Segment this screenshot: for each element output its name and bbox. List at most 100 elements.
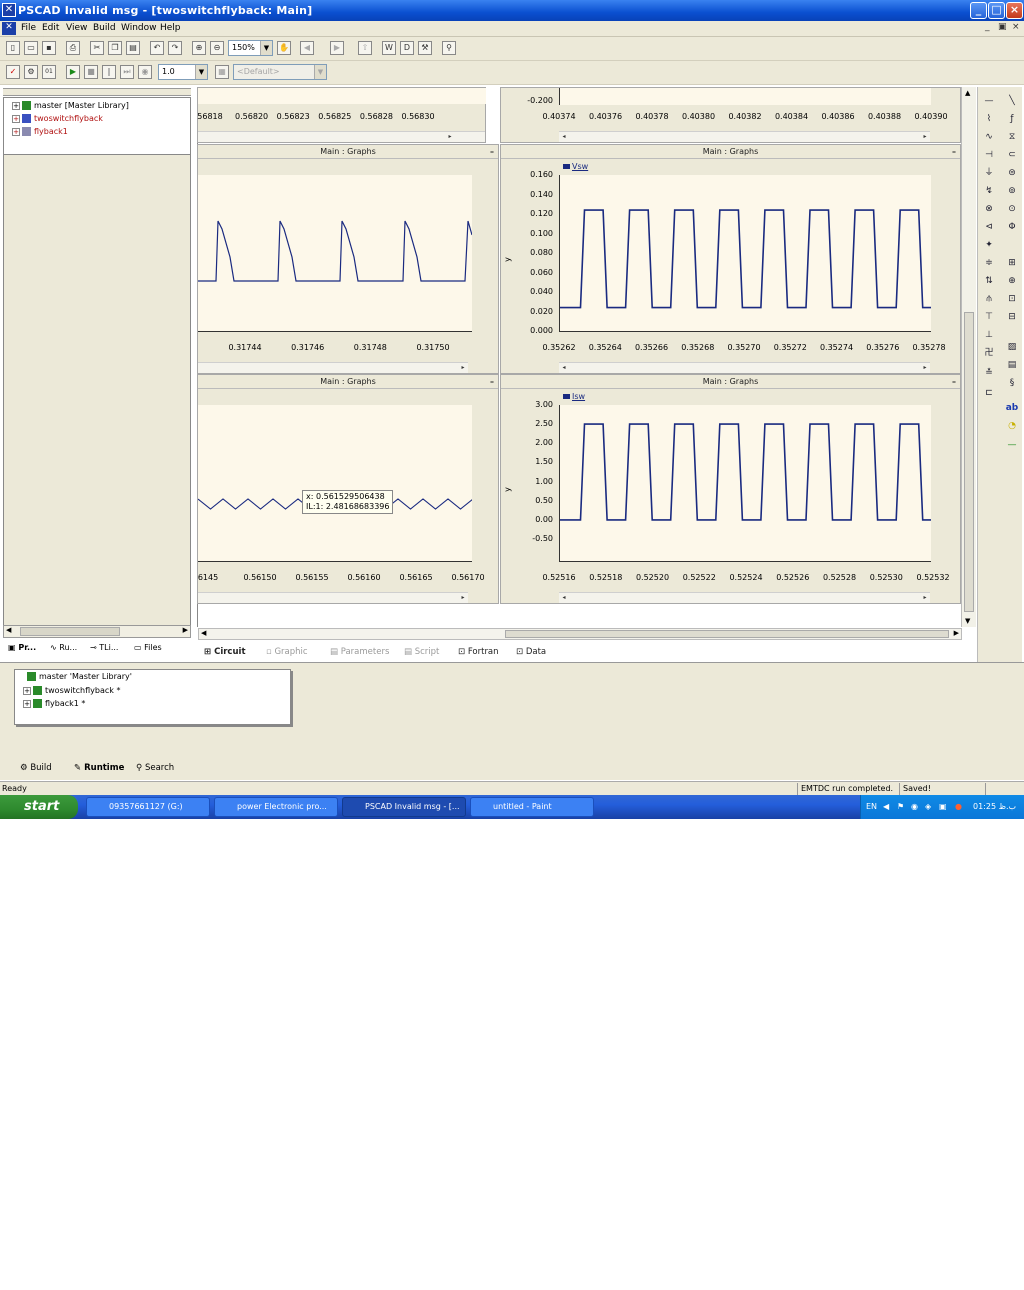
- zoom-combo[interactable]: 150% ▼: [228, 40, 273, 56]
- sum-icon[interactable]: ⊕: [1005, 275, 1019, 287]
- build-icon[interactable]: ⚙: [24, 65, 38, 79]
- scroll-right-icon[interactable]: ▸: [920, 132, 930, 142]
- chevron-down-icon[interactable]: ▼: [195, 65, 207, 79]
- plot-area[interactable]: [559, 175, 931, 332]
- scroll-right-icon[interactable]: ▸: [445, 132, 455, 142]
- tree-item-master[interactable]: + master [Master Library]: [12, 100, 129, 112]
- plot-area[interactable]: [198, 405, 472, 562]
- bus-icon[interactable]: ≑: [982, 257, 996, 269]
- up-level-icon[interactable]: ⇧: [358, 41, 372, 55]
- component-icon[interactable]: D: [400, 41, 414, 55]
- tree-item-twoswitchflyback[interactable]: + twoswitchflyback: [12, 113, 103, 125]
- chevron-down-icon[interactable]: ▼: [314, 65, 326, 79]
- plot-hscroll[interactable]: ▸: [198, 362, 468, 373]
- expand-icon[interactable]: +: [23, 699, 31, 708]
- scroll-right-icon[interactable]: ▸: [458, 593, 468, 603]
- scroll-thumb[interactable]: [505, 630, 949, 638]
- scroll-left-icon[interactable]: ◀: [6, 626, 11, 634]
- menu-file[interactable]: File: [21, 23, 36, 33]
- pause-icon[interactable]: ‖: [102, 65, 116, 79]
- tab-build[interactable]: ⚙ Build: [20, 761, 52, 775]
- tab-graphic[interactable]: ▫ Graphic: [266, 645, 308, 659]
- tab-runtime-output[interactable]: ✎ Runtime: [74, 761, 124, 775]
- forward-icon[interactable]: ▶: [330, 41, 344, 55]
- scroll-right-icon[interactable]: ▸: [920, 363, 930, 373]
- scroll-right-icon[interactable]: ▸: [920, 593, 930, 603]
- fuse-icon[interactable]: ƒ: [1005, 113, 1019, 125]
- pan-hand-icon[interactable]: ✋: [277, 41, 291, 55]
- scroll-down-icon[interactable]: ▼: [965, 617, 970, 625]
- node-icon[interactable]: ⊗: [982, 203, 996, 215]
- tab-tlines[interactable]: ⊸ TLi...: [90, 641, 118, 655]
- transformer-icon[interactable]: ⧖: [1005, 131, 1019, 143]
- plot-hscroll[interactable]: ▸: [198, 131, 485, 142]
- tree-item-flyback1[interactable]: + flyback1: [12, 126, 68, 138]
- tab-search[interactable]: ⚲ Search: [136, 761, 174, 775]
- stop-icon[interactable]: ■: [84, 65, 98, 79]
- tab-runtime[interactable]: ∿ Ru...: [50, 641, 77, 655]
- meter-icon[interactable]: ⊜: [1005, 167, 1019, 179]
- pscad-app-icon[interactable]: ✕: [2, 3, 16, 17]
- scroll-thumb[interactable]: [20, 627, 120, 636]
- minimize-icon[interactable]: –: [490, 375, 494, 388]
- maximize-button[interactable]: □: [988, 2, 1005, 19]
- scroll-right-icon[interactable]: ▶: [183, 626, 188, 634]
- new-file-icon[interactable]: ▯: [6, 41, 20, 55]
- mdi-minimize-icon[interactable]: _: [985, 22, 990, 32]
- layer-icon[interactable]: ▦: [215, 65, 229, 79]
- language-indicator[interactable]: EN: [866, 795, 877, 819]
- resistor-icon[interactable]: ⌇: [982, 113, 996, 125]
- network-icon[interactable]: ⚑: [897, 795, 904, 819]
- sequence-icon[interactable]: ≛: [982, 367, 996, 379]
- diode-icon[interactable]: ⊲: [982, 221, 996, 233]
- binary-icon[interactable]: 01: [42, 65, 56, 79]
- breaker-icon[interactable]: ↯: [982, 185, 996, 197]
- sticky-note-icon[interactable]: ◔: [1005, 420, 1019, 432]
- scroll-left-icon[interactable]: ◂: [559, 132, 569, 142]
- antivirus-icon[interactable]: ◉: [911, 795, 918, 819]
- thyristor-icon[interactable]: Φ: [1005, 221, 1019, 233]
- minimize-icon[interactable]: –: [952, 145, 956, 158]
- ground-icon[interactable]: ⏚: [982, 167, 996, 179]
- plot-hscroll[interactable]: ▸: [198, 592, 468, 603]
- runtime-item-master[interactable]: master 'Master Library': [27, 671, 132, 683]
- diagonal-wire-icon[interactable]: ╲: [1005, 95, 1019, 107]
- branch-icon[interactable]: ⇅: [982, 275, 996, 287]
- paste-icon[interactable]: ▤: [126, 41, 140, 55]
- switch-icon[interactable]: ⊙: [1005, 203, 1019, 215]
- snapshot-icon[interactable]: ◉: [138, 65, 152, 79]
- menu-view[interactable]: View: [66, 23, 87, 33]
- copy-icon[interactable]: ❐: [108, 41, 122, 55]
- volume-icon[interactable]: ◀: [883, 795, 889, 819]
- capacitor-icon[interactable]: ⊣: [982, 149, 996, 161]
- mosfet-icon[interactable]: ⫛: [982, 293, 996, 305]
- print-icon[interactable]: ⎙: [66, 41, 80, 55]
- document-icon[interactable]: ✕: [2, 22, 16, 35]
- cut-icon[interactable]: ✂: [90, 41, 104, 55]
- zoom-out-icon[interactable]: ⊖: [210, 41, 224, 55]
- expand-icon[interactable]: +: [12, 127, 20, 136]
- tab-fortran[interactable]: ⊡ Fortran: [458, 645, 499, 659]
- scroll-right-icon[interactable]: ▸: [458, 363, 468, 373]
- open-folder-icon[interactable]: ▭: [24, 41, 38, 55]
- scroll-left-icon[interactable]: ◂: [559, 363, 569, 373]
- undo-icon[interactable]: ↶: [150, 41, 164, 55]
- tab-circuit[interactable]: ⊞ Circuit: [204, 645, 246, 659]
- step-icon[interactable]: ⏭: [120, 65, 134, 79]
- menu-window[interactable]: Window: [121, 23, 157, 33]
- plot-icon[interactable]: ▨: [1005, 341, 1019, 353]
- task-pscad[interactable]: PSCAD Invalid msg - [...: [342, 797, 466, 817]
- source-icon[interactable]: ⊂: [1005, 149, 1019, 161]
- script-icon[interactable]: §: [1005, 377, 1019, 389]
- minimize-button[interactable]: _: [970, 2, 987, 19]
- minimize-icon[interactable]: –: [952, 375, 956, 388]
- canvas-hscroll[interactable]: ◀ ▶: [198, 628, 962, 640]
- monitor-icon[interactable]: ▣: [939, 795, 947, 819]
- pane-grip[interactable]: [3, 88, 191, 96]
- mdi-close-icon[interactable]: ×: [1012, 22, 1020, 32]
- legend-vsw[interactable]: Vsw: [563, 162, 588, 171]
- run-icon[interactable]: ▶: [66, 65, 80, 79]
- scroll-left-icon[interactable]: ◀: [201, 629, 206, 637]
- plot-hscroll[interactable]: ◂ ▸: [559, 592, 930, 603]
- plot-hscroll[interactable]: ◂ ▸: [559, 131, 930, 142]
